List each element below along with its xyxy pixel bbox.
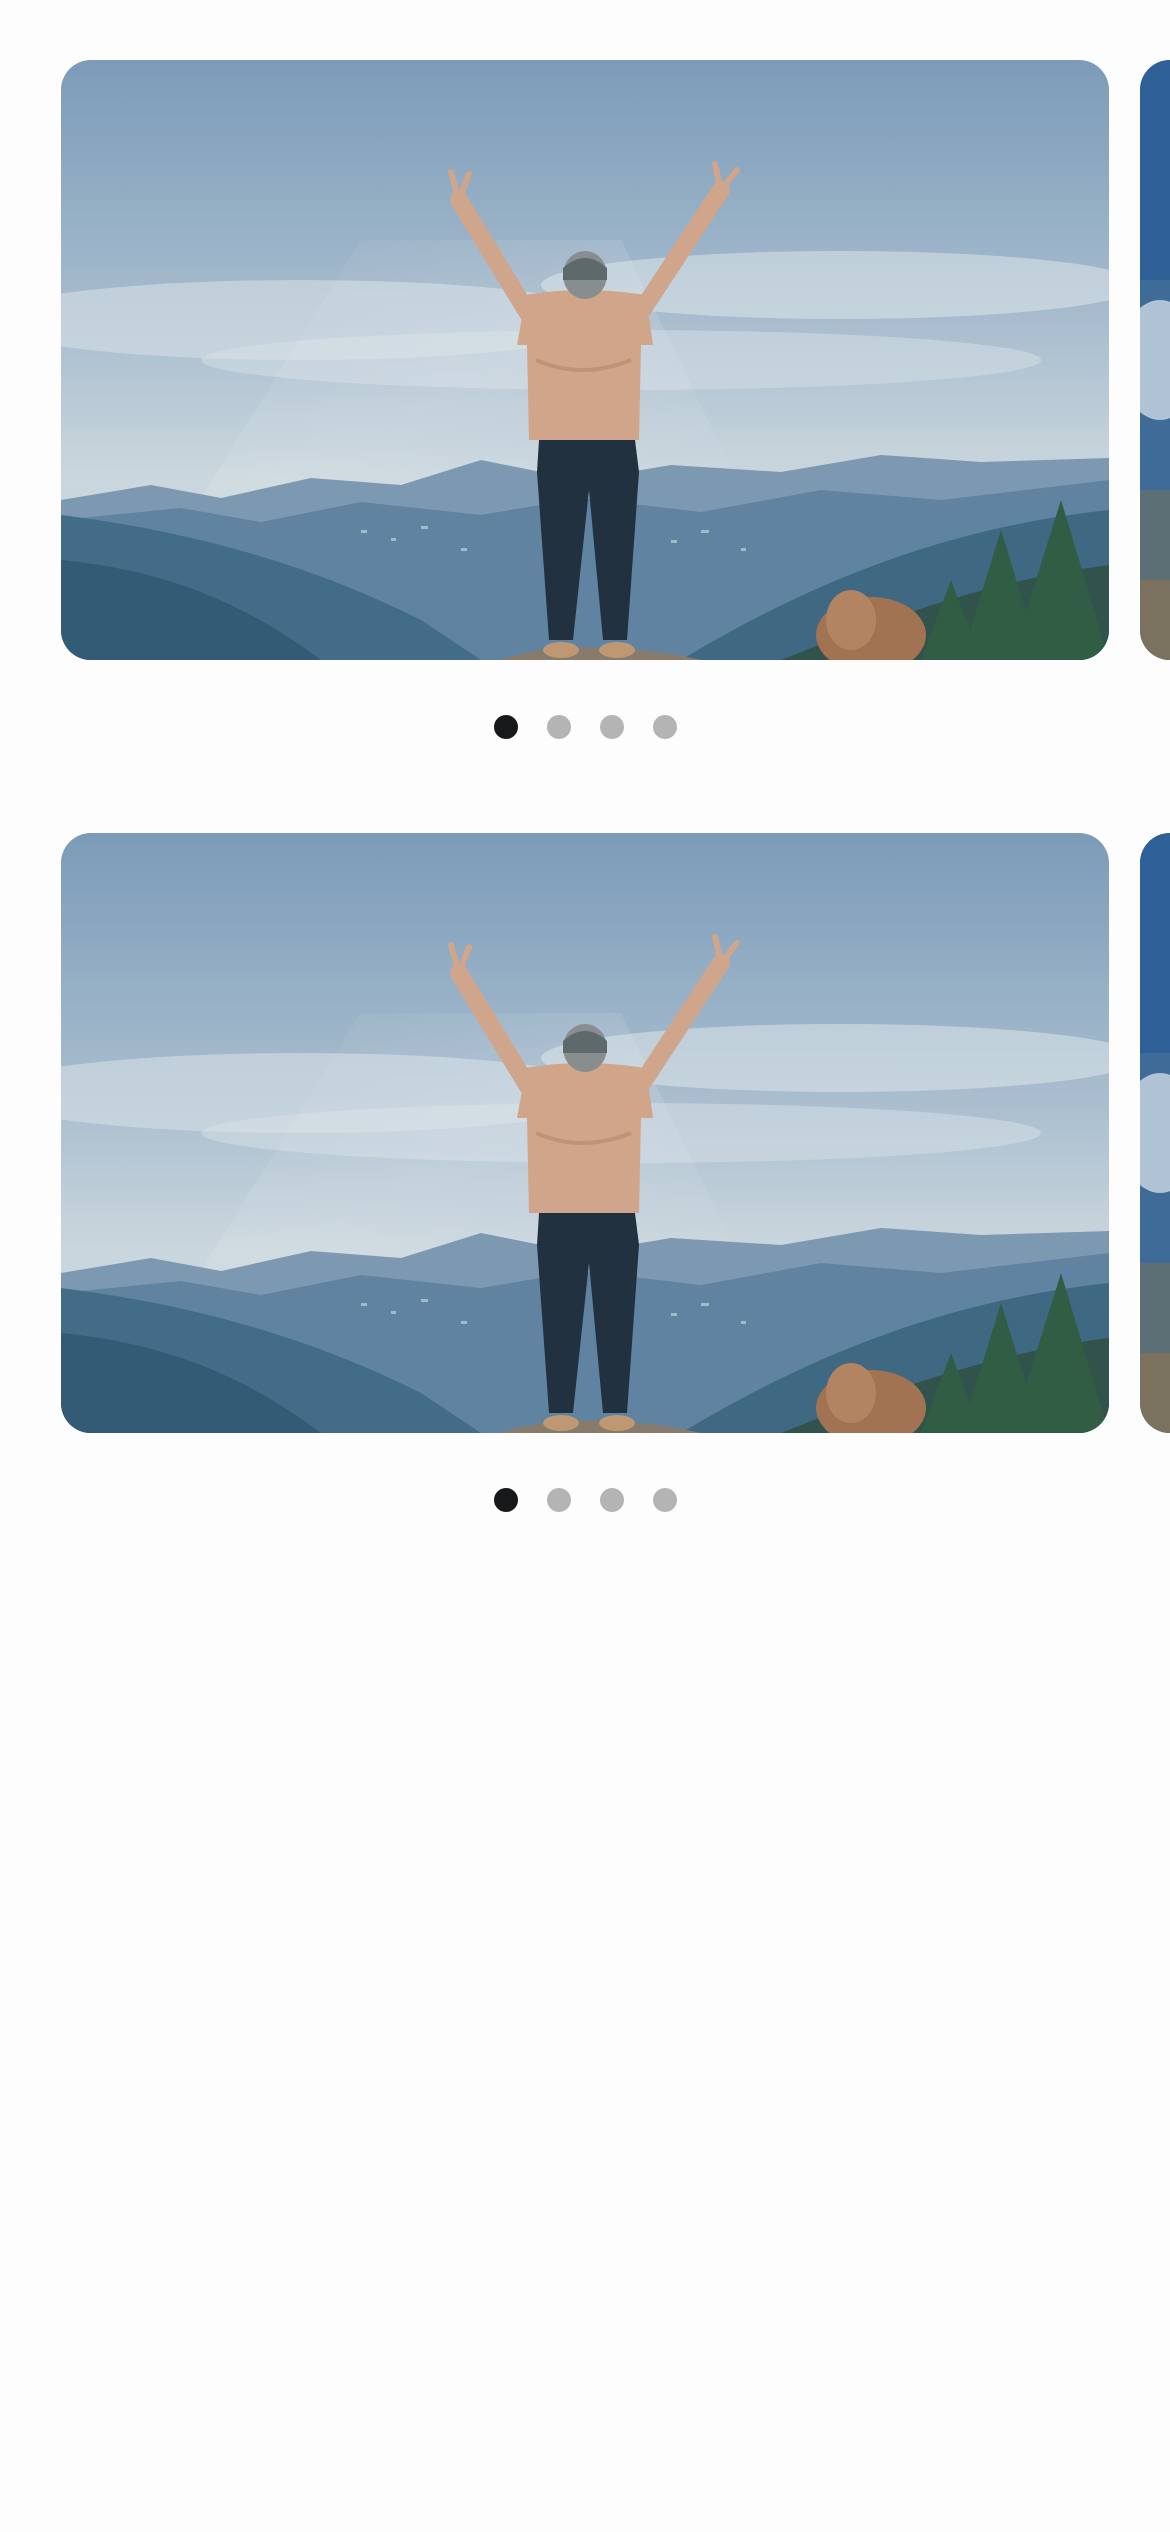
image-carousel[interactable] [0, 833, 1170, 1623]
page-indicator [0, 715, 1170, 741]
page-dot-1[interactable] [494, 715, 518, 739]
next-slide-peek[interactable] [1140, 833, 1170, 1433]
page-dot-1[interactable] [494, 1488, 518, 1512]
image-carousel[interactable] [0, 60, 1170, 850]
carousel-slide-image[interactable] [61, 833, 1109, 1433]
page-dot-3[interactable] [600, 715, 624, 739]
page-indicator [0, 1488, 1170, 1514]
page-dot-4[interactable] [653, 715, 677, 739]
next-slide-peek[interactable] [1140, 60, 1170, 660]
page-dot-2[interactable] [547, 1488, 571, 1512]
page-dot-3[interactable] [600, 1488, 624, 1512]
next-slide-photo [1140, 60, 1170, 660]
carousel-slide-image[interactable] [61, 60, 1109, 660]
page-dot-4[interactable] [653, 1488, 677, 1512]
mountain-photo [61, 833, 1109, 1433]
page-dot-2[interactable] [547, 715, 571, 739]
mountain-photo [61, 60, 1109, 660]
next-slide-photo [1140, 833, 1170, 1433]
